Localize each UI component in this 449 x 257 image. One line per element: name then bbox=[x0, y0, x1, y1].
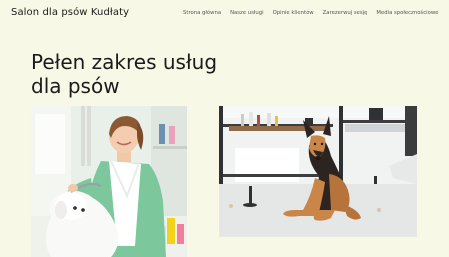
site-brand[interactable]: Salon dla psów Kudłaty bbox=[11, 7, 129, 18]
site-header: Salon dla psów Kudłaty Strona główna Nas… bbox=[0, 0, 449, 28]
hero-title: Pełen zakres usług dla psów bbox=[31, 50, 218, 98]
dog-photo-illustration bbox=[219, 106, 417, 237]
dog-photo bbox=[219, 106, 417, 237]
nav-link-services[interactable]: Nasze usługi bbox=[230, 10, 264, 16]
main-nav: Strona główna Nasze usługi Opinie klient… bbox=[183, 10, 438, 16]
nav-link-home[interactable]: Strona główna bbox=[183, 10, 221, 16]
groomer-photo bbox=[31, 106, 187, 257]
nav-link-social[interactable]: Media społecznościowe bbox=[376, 10, 438, 16]
nav-link-reviews[interactable]: Opinie klientów bbox=[273, 10, 314, 16]
groomer-photo-illustration bbox=[31, 106, 187, 257]
nav-link-booking[interactable]: Zarezerwuj sesję bbox=[323, 10, 368, 16]
